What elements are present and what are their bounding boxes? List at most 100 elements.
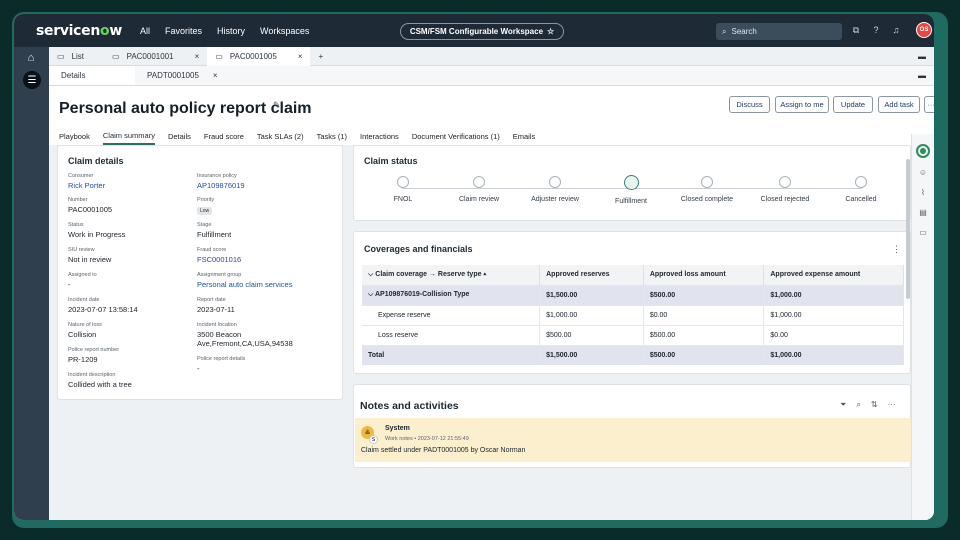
edit-title-icon[interactable]: ✎ (273, 100, 281, 111)
table-cell: Total (362, 344, 541, 365)
tab-record-2[interactable]: ▭ PAC0001005 × (207, 46, 311, 66)
filter-icon[interactable]: ⏷ (840, 400, 846, 410)
more-icon[interactable]: ··· (888, 400, 896, 410)
subtab-details[interactable]: Details (49, 66, 135, 85)
scrollbar[interactable] (906, 159, 910, 299)
field-police-report-details: Police report details - (197, 356, 246, 373)
discuss-button[interactable]: Discuss (729, 96, 770, 113)
column-header[interactable]: Approved expense amount (763, 265, 904, 285)
status-stage[interactable]: Claim review (444, 176, 514, 203)
workspace-selector[interactable]: CSM/FSM Configurable Workspace ☆ (400, 23, 564, 40)
notes-card: Notes and activities ⏷ ⌕ ⇅ ··· ≗ S Syste… (353, 384, 911, 468)
tab-emails[interactable]: Emails (513, 128, 536, 145)
coverages-more-icon[interactable]: ⋮ (892, 244, 901, 255)
table-cell: $1,000.00 (763, 344, 904, 365)
add-tab-button[interactable]: + (310, 47, 331, 66)
status-stage[interactable]: Closed complete (672, 176, 742, 203)
record-tab-strip: ▭ List ▭ PAC0001001 × ▭ PAC0001005 × + ▬ (49, 46, 934, 66)
bell-icon[interactable]: ♫ (890, 24, 902, 36)
nav-all[interactable]: All (140, 26, 150, 36)
stage-dot-icon (779, 176, 791, 188)
more-actions-button[interactable]: ··· (924, 96, 934, 113)
user-avatar[interactable]: OS (916, 22, 932, 38)
assignment-group-link[interactable]: Personal auto claim services (197, 280, 292, 289)
table-cell: $500.00 (643, 324, 765, 345)
status-stage[interactable]: Closed rejected (750, 176, 820, 203)
tab-tasks[interactable]: Tasks (1) (317, 128, 347, 145)
add-task-button[interactable]: Add task (878, 96, 920, 113)
nav-favorites[interactable]: Favorites (165, 26, 202, 36)
fraud-score-link[interactable]: FSC0001016 (197, 255, 241, 264)
tab-playbook[interactable]: Playbook (59, 128, 90, 145)
stage-dot-icon (701, 176, 713, 188)
tab-task-slas[interactable]: Task SLAs (2) (257, 128, 304, 145)
tab-document-verifications[interactable]: Document Verifications (1) (412, 128, 500, 145)
subtabs-more-icon[interactable]: ▬ (918, 66, 926, 85)
collapse-icon[interactable]: ⌵ (368, 291, 375, 298)
tab-claim-summary[interactable]: Claim summary (102, 128, 155, 145)
sort-icon[interactable]: ⇅ (871, 400, 878, 410)
column-header[interactable]: ⌵ Claim coverage → Reserve type ▴ (362, 265, 541, 285)
list-icon[interactable]: ☰ (23, 71, 41, 89)
right-rail: ☺ ⌇ ▤ ▭ (911, 134, 934, 520)
sub-tab-strip: Details PADT0001005 × ▬ (49, 66, 934, 86)
bot-icon[interactable]: ☺ (917, 167, 929, 179)
field-assignment-group: Assignment group Personal auto claim serv… (197, 272, 293, 289)
status-stage[interactable]: FNOL (368, 176, 438, 203)
tab-interactions[interactable]: Interactions (360, 128, 399, 145)
field-priority: Priority Low (197, 197, 215, 215)
insurance-policy-link[interactable]: AP109876019 (197, 181, 245, 190)
subtab-child-label: PADT0001005 (147, 71, 199, 80)
status-stage[interactable]: Adjuster review (520, 176, 590, 203)
tab-record-label: PAC0001005 (229, 51, 277, 61)
close-icon[interactable]: × (195, 52, 200, 61)
app-window: servicenow All Favorites History Workspa… (14, 14, 934, 520)
tab-list[interactable]: ▭ List (49, 47, 92, 66)
attachment-icon[interactable]: ⌇ (917, 187, 929, 199)
tab-record-1[interactable]: ▭ PAC0001001 × (104, 47, 207, 66)
stage-label: Closed complete (680, 196, 734, 203)
workspace-label: CSM/FSM Configurable Workspace (409, 27, 544, 36)
tabstrip-more-icon[interactable]: ▬ (918, 52, 926, 61)
nav-history[interactable]: History (217, 26, 245, 36)
tab-fraud-score[interactable]: Fraud score (204, 128, 244, 145)
table-header-row: ⌵ Claim coverage → Reserve type ▴ Approv… (362, 265, 904, 285)
status-stage[interactable]: Fulfillment (596, 175, 666, 205)
search-icon[interactable]: ⌕ (856, 400, 860, 410)
table-cell: $1,500.00 (539, 284, 644, 305)
close-icon[interactable]: × (213, 71, 218, 80)
close-icon[interactable]: × (298, 52, 303, 61)
field-consumer: Consumer Rick Porter (68, 173, 106, 190)
nav-workspaces[interactable]: Workspaces (260, 26, 309, 36)
document-icon[interactable]: ▤ (917, 207, 929, 219)
subtab-child[interactable]: PADT0001005 × (135, 66, 230, 85)
tab-details[interactable]: Details (168, 128, 191, 145)
status-stage[interactable]: Cancelled (826, 176, 896, 203)
assign-to-me-button[interactable]: Assign to me (775, 96, 829, 113)
column-header[interactable]: Approved reserves (539, 265, 644, 285)
table-row[interactable]: ⌵ AP109876019-Collision Type $1,500.00 $50… (362, 284, 904, 305)
help-icon[interactable]: ? (870, 24, 882, 36)
table-cell: $1,500.00 (539, 344, 644, 365)
table-cell: $500.00 (643, 344, 765, 365)
field-stage: Stage Fulfillment (197, 222, 232, 239)
home-icon[interactable]: ⌂ (24, 52, 38, 66)
coverages-table: ⌵ Claim coverage → Reserve type ▴ Approv… (362, 265, 904, 365)
subtab-details-label: Details (61, 71, 86, 80)
update-button[interactable]: Update (833, 96, 873, 113)
panel-icon[interactable]: ▭ (917, 227, 929, 239)
field-assigned-to: Assigned to - (68, 272, 97, 289)
field-status: Status Work in Progress (68, 222, 126, 239)
record-tabs: Playbook Claim summary Details Fraud sco… (49, 128, 934, 145)
servicenow-logo[interactable]: servicenow (36, 23, 122, 39)
table-cell: $500.00 (643, 284, 765, 305)
column-header[interactable]: Approved loss amount (643, 265, 765, 285)
claim-details-title: Claim details (68, 156, 124, 166)
stage-label: Adjuster review (531, 196, 579, 203)
table-cell: Expense reserve (362, 304, 541, 325)
consumer-link[interactable]: Rick Porter (68, 181, 105, 190)
status-indicator-icon[interactable] (916, 144, 930, 158)
chat-icon[interactable]: ⧉ (850, 24, 862, 36)
star-icon[interactable]: ☆ (547, 27, 554, 36)
global-search-input[interactable]: ⌕ Search (716, 23, 842, 40)
